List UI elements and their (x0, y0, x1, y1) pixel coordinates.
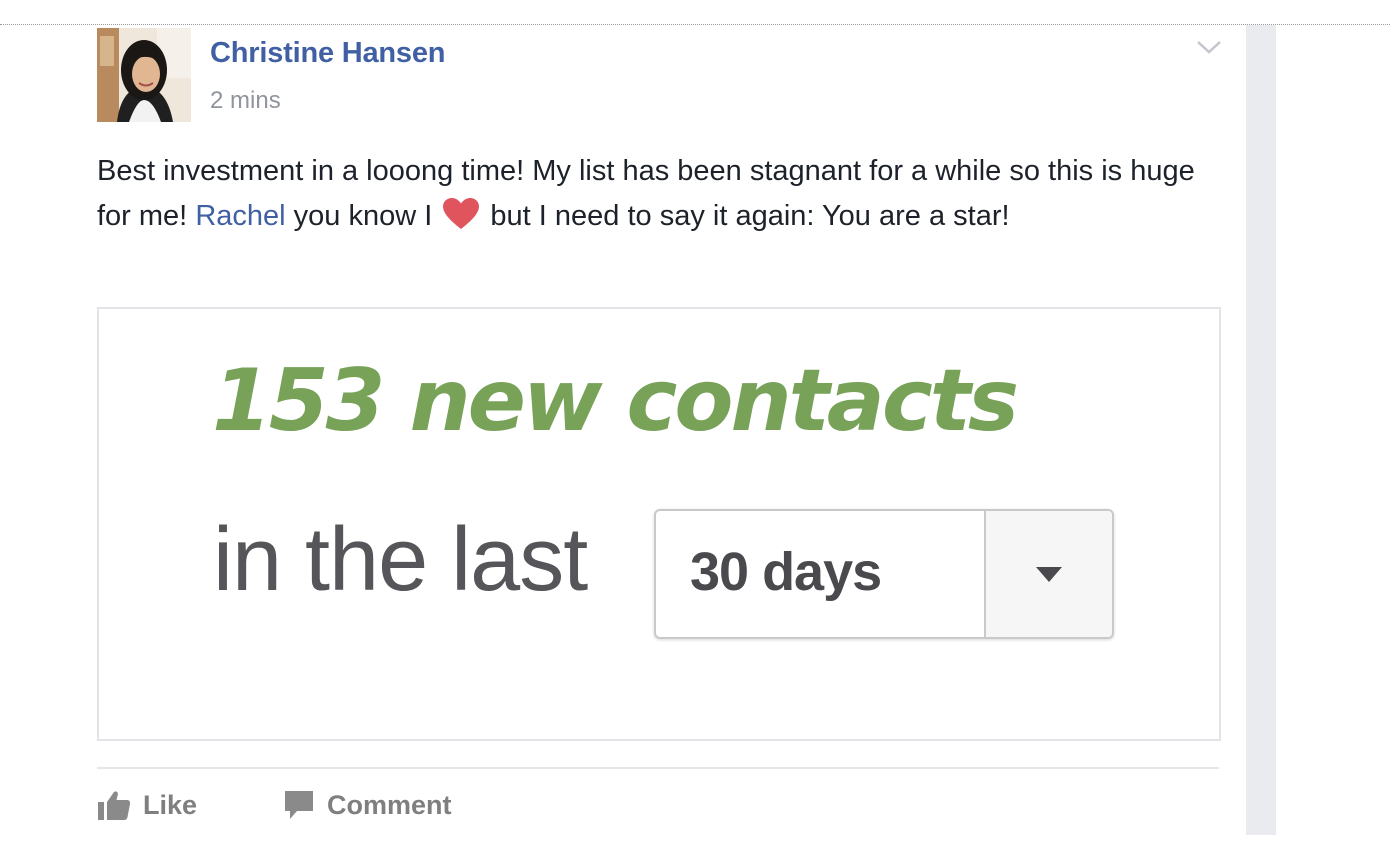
triangle-down-icon (1036, 567, 1062, 582)
avatar-portrait (97, 28, 191, 122)
thumbs-up-icon (98, 791, 131, 820)
period-prefix: in the last (213, 510, 588, 610)
post-text: Best investment in a looong time! My lis… (97, 149, 1227, 245)
post-text-part-3: but I need to say it again: You are a st… (482, 200, 1010, 232)
comment-button[interactable]: Comment (283, 787, 452, 823)
like-label: Like (143, 789, 198, 820)
feed-post-card: Christine Hansen 2 mins Best investment … (80, 25, 1246, 835)
avatar[interactable] (97, 28, 191, 122)
mention-link[interactable]: Rachel (195, 200, 285, 232)
period-select[interactable]: 30 days (654, 509, 1114, 639)
footer-divider (97, 767, 1219, 769)
period-selected-value: 30 days (690, 542, 882, 602)
contacts-headline: 153 new contacts (212, 351, 1019, 451)
period-dropdown-button[interactable] (984, 511, 1112, 637)
feed-right-gutter (1246, 25, 1276, 835)
heart-icon (442, 197, 480, 245)
speech-bubble-icon (285, 791, 313, 819)
comment-label: Comment (327, 789, 452, 820)
post-text-part-2: you know I (285, 200, 441, 232)
post-options-button[interactable] (1194, 37, 1224, 57)
chevron-down-icon (1197, 41, 1221, 54)
author-name-link[interactable]: Christine Hansen (210, 37, 446, 70)
post-timestamp[interactable]: 2 mins (210, 87, 281, 115)
like-button[interactable]: Like (97, 787, 197, 823)
post-attachment-image[interactable]: 153 new contacts in the last 30 days (97, 307, 1221, 741)
